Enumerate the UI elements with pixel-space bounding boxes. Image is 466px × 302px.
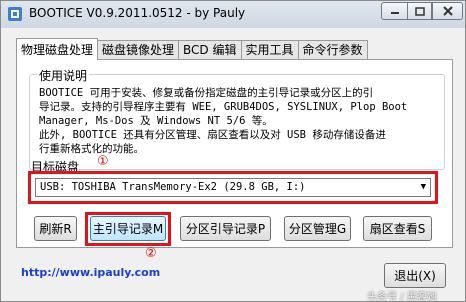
maximize-button[interactable] xyxy=(407,2,432,20)
minimize-button[interactable] xyxy=(381,2,407,20)
homepage-link[interactable]: http://www.ipauly.com xyxy=(21,266,160,279)
annotation-marker-2: ② xyxy=(145,246,157,261)
tab-command-line[interactable]: 命令行参数 xyxy=(297,40,368,60)
sector-view-button[interactable]: 扇区查看S xyxy=(363,216,432,241)
title-bar[interactable]: BOOTICE V0.9.2011.0512 - by Pauly xyxy=(1,1,465,28)
refresh-button[interactable]: 刷新R xyxy=(34,216,77,241)
close-button[interactable] xyxy=(432,2,463,20)
tab-physical-disk[interactable]: 物理磁盘处理 xyxy=(16,38,99,60)
main-window: BOOTICE V0.9.2011.0512 - by Pauly 物理磁盘处理… xyxy=(0,0,466,302)
watermark: 头条号 / 黑客她 xyxy=(367,292,437,302)
app-icon xyxy=(8,7,22,21)
usage-text: BOOTICE 可用于安装、修复或备份指定磁盘的主引导记录或分区上的引 导记录。… xyxy=(39,87,408,155)
partition-manage-button[interactable]: 分区管理G xyxy=(284,216,351,241)
tab-bcd-edit[interactable]: BCD 编辑 xyxy=(178,40,242,60)
minimize-icon xyxy=(390,12,399,14)
highlight-box-mbr xyxy=(85,212,171,246)
pbr-button[interactable]: 分区引导记录P xyxy=(180,216,271,241)
maximize-icon xyxy=(414,6,425,16)
highlight-box-disk xyxy=(28,171,438,204)
tab-utilities[interactable]: 实用工具 xyxy=(240,40,299,60)
usage-title: 使用说明 xyxy=(37,67,90,84)
annotation-marker-1: ① xyxy=(97,154,109,169)
tab-bar: 物理磁盘处理 磁盘镜像处理 BCD 编辑 实用工具 命令行参数 xyxy=(16,38,368,60)
exit-button[interactable]: 退出(X) xyxy=(384,263,446,288)
close-icon xyxy=(442,6,453,16)
tab-disk-image[interactable]: 磁盘镜像处理 xyxy=(97,40,180,60)
window-title: BOOTICE V0.9.2011.0512 - by Pauly xyxy=(29,6,246,20)
